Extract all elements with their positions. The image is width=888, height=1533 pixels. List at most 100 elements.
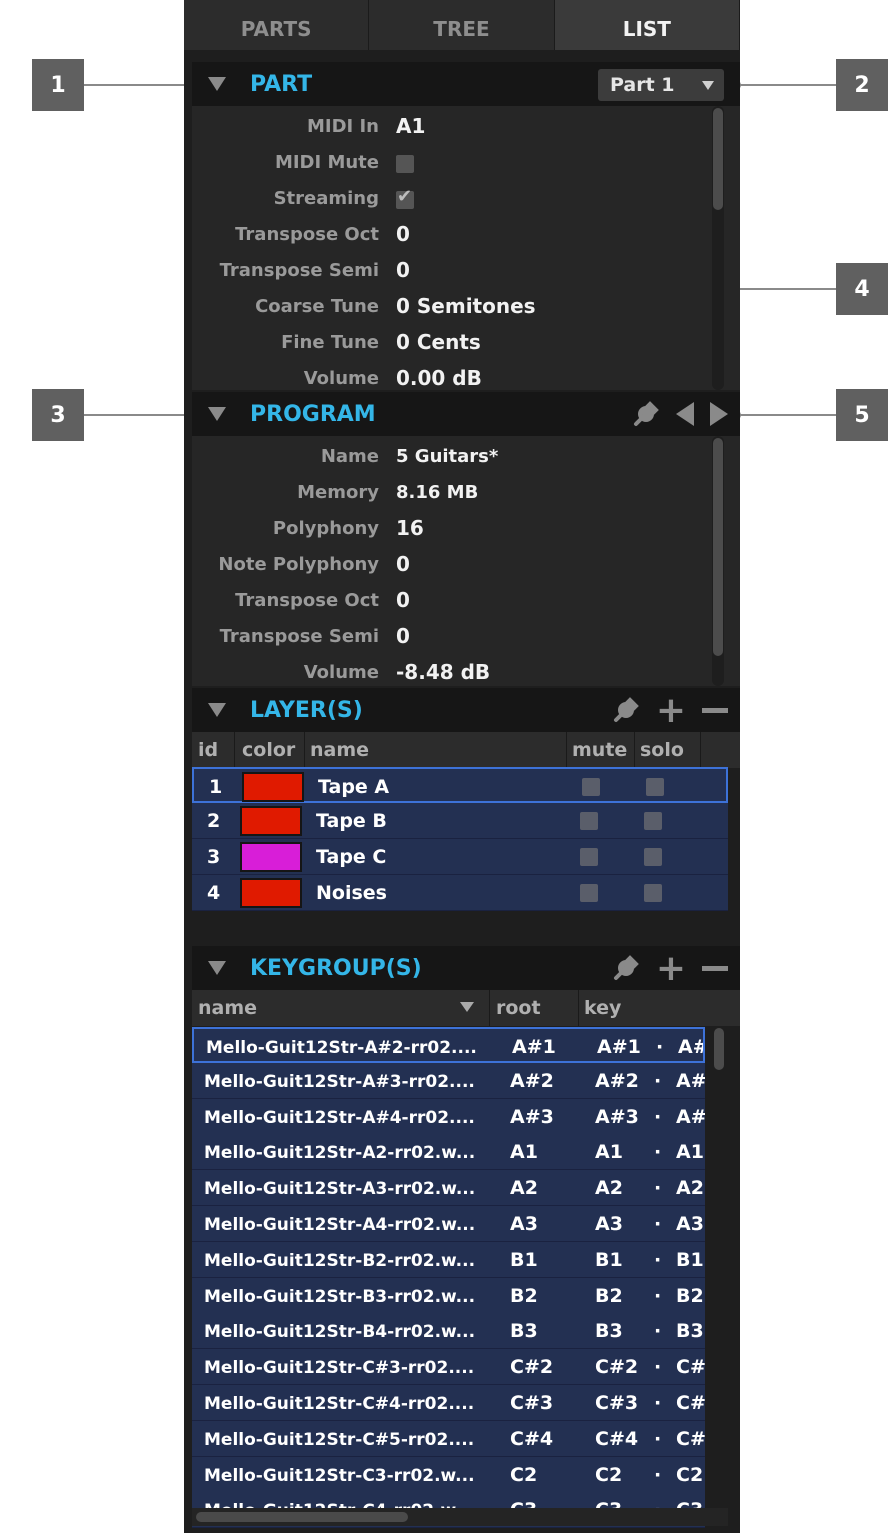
- keygroup-name[interactable]: Mello-Guit12Str-A4-rr02.w...: [204, 1215, 475, 1235]
- tab-tree[interactable]: TREE: [369, 0, 555, 50]
- keygroup-row[interactable]: Mello-Guit12Str-C#3-rr02.... C#2 C#2 · C#: [192, 1349, 705, 1386]
- layer-row[interactable]: 4 Noises: [192, 875, 728, 911]
- keygroup-name[interactable]: Mello-Guit12Str-C3-rr02.w...: [204, 1466, 475, 1486]
- layer-color-swatch[interactable]: [240, 806, 302, 836]
- keygroup-name[interactable]: Mello-Guit12Str-A#4-rr02....: [204, 1108, 475, 1128]
- layer-mute-checkbox[interactable]: [580, 812, 598, 830]
- keygroup-row[interactable]: Mello-Guit12Str-A#4-rr02.... A#3 A#3 · A#: [192, 1098, 705, 1135]
- layer-name[interactable]: Tape B: [316, 810, 387, 832]
- keygroup-key-low[interactable]: C#4: [595, 1428, 638, 1450]
- column-divider[interactable]: [489, 990, 490, 1026]
- keygroup-name[interactable]: Mello-Guit12Str-C#4-rr02....: [204, 1394, 474, 1414]
- wrench-icon[interactable]: [612, 696, 640, 724]
- column-divider[interactable]: [234, 732, 235, 768]
- transpose-oct-value[interactable]: 0: [396, 222, 410, 246]
- remove-keygroup-icon[interactable]: [702, 965, 728, 971]
- collapse-triangle-icon[interactable]: [208, 77, 226, 91]
- keygroup-name[interactable]: Mello-Guit12Str-A#3-rr02....: [204, 1072, 475, 1092]
- keygroup-key-low[interactable]: A3: [595, 1213, 623, 1235]
- streaming-checkbox[interactable]: [396, 186, 414, 209]
- program-section-header[interactable]: PROGRAM: [192, 392, 740, 436]
- transpose-semi-value[interactable]: 0: [396, 258, 410, 282]
- keygroup-key-high[interactable]: A#: [676, 1070, 705, 1092]
- keygroup-root[interactable]: A1: [510, 1141, 538, 1163]
- column-divider[interactable]: [566, 732, 567, 768]
- keygroup-name[interactable]: Mello-Guit12Str-A3-rr02.w...: [204, 1179, 475, 1199]
- keygroup-row[interactable]: Mello-Guit12Str-A4-rr02.w... A3 A3 · A3: [192, 1206, 705, 1242]
- keygroup-row[interactable]: Mello-Guit12Str-A3-rr02.w... A2 A2 · A2: [192, 1170, 705, 1207]
- keygroup-row[interactable]: Mello-Guit12Str-C#4-rr02.... C#3 C#3 · C#: [192, 1385, 705, 1421]
- scrollbar-thumb[interactable]: [196, 1512, 408, 1522]
- keygroup-name[interactable]: Mello-Guit12Str-A#2-rr02....: [206, 1038, 477, 1058]
- column-divider[interactable]: [700, 732, 701, 768]
- keygroup-key-high[interactable]: A1: [676, 1141, 704, 1163]
- keygroup-key-high[interactable]: C2: [676, 1464, 703, 1486]
- keygroup-key-low[interactable]: B1: [595, 1249, 623, 1271]
- layer-name[interactable]: Noises: [316, 882, 387, 904]
- tab-parts[interactable]: PARTS: [184, 0, 370, 50]
- keygroup-key-high[interactable]: A3: [676, 1213, 704, 1235]
- keygroup-key-low[interactable]: C2: [595, 1464, 622, 1486]
- keygroup-name[interactable]: Mello-Guit12Str-C#5-rr02....: [204, 1430, 474, 1450]
- keygroup-key-high[interactable]: B3: [676, 1320, 704, 1342]
- col-root[interactable]: root: [496, 997, 541, 1019]
- keygroup-row[interactable]: Mello-Guit12Str-C#5-rr02.... C#4 C#4 · C#: [192, 1420, 705, 1457]
- keygroup-key-low[interactable]: B2: [595, 1285, 623, 1307]
- program-transpose-oct-value[interactable]: 0: [396, 588, 410, 612]
- program-scrollbar[interactable]: [712, 436, 724, 686]
- scrollbar-thumb[interactable]: [714, 1028, 724, 1070]
- layer-color-swatch[interactable]: [240, 878, 302, 908]
- layers-section-header[interactable]: LAYER(S) +: [192, 688, 740, 732]
- keygroup-root[interactable]: B2: [510, 1285, 538, 1307]
- keygroup-root[interactable]: A#1: [512, 1036, 556, 1058]
- program-transpose-semi-value[interactable]: 0: [396, 624, 410, 648]
- layer-color-swatch[interactable]: [242, 772, 304, 802]
- keygroup-name[interactable]: Mello-Guit12Str-C#3-rr02....: [204, 1358, 474, 1378]
- add-layer-icon[interactable]: +: [656, 690, 686, 731]
- keygroup-root[interactable]: C2: [510, 1464, 537, 1486]
- col-solo[interactable]: solo: [640, 739, 684, 761]
- layer-row[interactable]: 3 Tape C: [192, 839, 728, 875]
- layer-solo-checkbox[interactable]: [646, 778, 664, 796]
- layer-name[interactable]: Tape A: [318, 776, 389, 798]
- column-divider[interactable]: [304, 732, 305, 768]
- col-key[interactable]: key: [584, 997, 621, 1019]
- keygroup-row[interactable]: Mello-Guit12Str-A2-rr02.w... A1 A1 · A1: [192, 1134, 705, 1171]
- part-volume-value[interactable]: 0.00 dB: [396, 366, 482, 390]
- keygroup-row[interactable]: Mello-Guit12Str-A#2-rr02.... A#1 A#1 · A#: [192, 1027, 705, 1063]
- keygroup-key-low[interactable]: C#2: [595, 1356, 638, 1378]
- keygroup-root[interactable]: B3: [510, 1320, 538, 1342]
- keygroup-row[interactable]: Mello-Guit12Str-C3-rr02.w... C2 C2 · C2: [192, 1456, 705, 1493]
- keygroup-key-high[interactable]: B2: [676, 1285, 704, 1307]
- keygroup-key-high[interactable]: B1: [676, 1249, 704, 1271]
- col-mute[interactable]: mute: [572, 739, 627, 761]
- keygroup-name[interactable]: Mello-Guit12Str-B4-rr02.w...: [204, 1322, 475, 1342]
- keygroup-row[interactable]: Mello-Guit12Str-A#3-rr02.... A#2 A#2 · A#: [192, 1062, 705, 1099]
- program-volume-value[interactable]: -8.48 dB: [396, 660, 490, 684]
- keygroup-root[interactable]: A#2: [510, 1070, 554, 1092]
- keygroup-key-low[interactable]: A#3: [595, 1106, 639, 1128]
- keygroup-name[interactable]: Mello-Guit12Str-B3-rr02.w...: [204, 1287, 475, 1307]
- column-divider[interactable]: [578, 990, 579, 1026]
- coarse-tune-value[interactable]: 0 Semitones: [396, 294, 536, 318]
- remove-layer-icon[interactable]: [702, 707, 728, 713]
- keygroup-row[interactable]: Mello-Guit12Str-B4-rr02.w... B3 B3 · B3: [192, 1313, 705, 1350]
- program-name-value[interactable]: 5 Guitars*: [396, 446, 498, 467]
- keygroup-key-low[interactable]: B3: [595, 1320, 623, 1342]
- sort-desc-icon[interactable]: [460, 1002, 474, 1012]
- keygroup-key-low[interactable]: A#1: [597, 1036, 641, 1058]
- layer-name[interactable]: Tape C: [316, 846, 386, 868]
- keygroup-key-high[interactable]: C#: [676, 1356, 705, 1378]
- layer-row[interactable]: 2 Tape B: [192, 803, 728, 839]
- keygroups-scrollbar[interactable]: [713, 1026, 725, 1508]
- keygroup-name[interactable]: Mello-Guit12Str-A2-rr02.w...: [204, 1143, 475, 1163]
- add-keygroup-icon[interactable]: +: [656, 948, 686, 989]
- col-id[interactable]: id: [198, 739, 218, 761]
- keygroup-key-high[interactable]: A2: [676, 1177, 704, 1199]
- keygroup-key-low[interactable]: C#3: [595, 1392, 638, 1414]
- keygroup-key-high[interactable]: A#: [676, 1106, 705, 1128]
- part-scrollbar[interactable]: [712, 106, 724, 390]
- layer-solo-checkbox[interactable]: [644, 884, 662, 902]
- midi-mute-checkbox[interactable]: [396, 154, 414, 173]
- layer-mute-checkbox[interactable]: [580, 848, 598, 866]
